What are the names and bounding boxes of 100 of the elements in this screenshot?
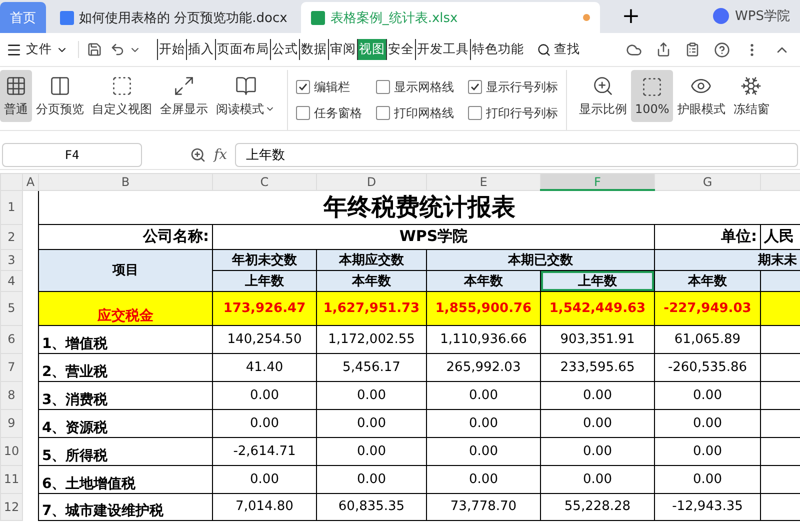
header-cell[interactable]: 本年数 <box>654 270 760 291</box>
item-cell: 2、营业税 <box>38 353 212 381</box>
ribbon-tab[interactable]: 公式 <box>270 39 299 60</box>
header-cell[interactable]: 本年数 <box>426 270 540 291</box>
column-header[interactable]: E <box>426 174 540 190</box>
undo-icon[interactable] <box>110 42 125 57</box>
value-cell: 73,778.70 <box>426 493 540 520</box>
header-cell[interactable]: 本年数 <box>316 270 426 291</box>
column-header[interactable]: A <box>22 174 38 190</box>
reading-icon <box>234 74 256 96</box>
zoom-icon[interactable] <box>190 147 206 163</box>
header-cell: 项目 <box>38 249 212 291</box>
column-header[interactable]: C <box>212 174 316 190</box>
function-button[interactable]: fx <box>214 147 228 163</box>
value-cell: -260,535.86 <box>654 353 760 381</box>
label-cell: 公司名称: <box>38 224 212 249</box>
account-button[interactable]: WPS学院 <box>703 7 800 33</box>
button-label: 自定义视图 <box>92 100 152 118</box>
ribbon-tab[interactable]: 页面布局 <box>214 39 270 60</box>
row-number[interactable]: 8 <box>0 381 22 409</box>
option-checkbox[interactable]: 打印行号列标 <box>468 104 558 122</box>
value-cell: 0.00 <box>654 465 760 493</box>
column-header[interactable]: G <box>654 174 760 190</box>
zoom-button[interactable]: 冻结窗 <box>729 70 774 122</box>
column-header[interactable]: B <box>38 174 212 190</box>
header-cell[interactable]: 上年数 <box>540 270 654 291</box>
view-button[interactable]: 阅读模式 <box>212 70 279 122</box>
help-icon[interactable] <box>714 42 730 58</box>
option-checkbox[interactable]: 任务窗格 <box>296 104 362 122</box>
header-cell[interactable]: 上年数 <box>212 270 316 291</box>
value-cell: 265,992.03 <box>426 353 540 381</box>
row-number[interactable]: 4 <box>0 270 22 291</box>
formula-field[interactable]: 上年数 <box>235 143 798 167</box>
save-icon[interactable] <box>87 42 102 57</box>
value-cell: 1,855,900.76 <box>426 291 540 325</box>
option-checkbox[interactable]: 显示网格线 <box>376 78 454 96</box>
row-number[interactable]: 12 <box>0 493 22 520</box>
row-number[interactable]: 2 <box>0 224 22 249</box>
value-cell: 55,228.28 <box>540 493 654 520</box>
column-header[interactable]: D <box>316 174 426 190</box>
zoom-button[interactable]: 护眼模式 <box>673 70 730 122</box>
view-button[interactable]: 自定义视图 <box>88 70 156 122</box>
row-number[interactable]: 1 <box>0 190 22 224</box>
value-cell: -12,943.35 <box>654 493 760 520</box>
value-cell: 1,172,002.55 <box>316 325 426 353</box>
zoom-button[interactable]: 显示比例 <box>575 70 631 122</box>
value-cell: 903,351.91 <box>540 325 654 353</box>
ribbon-tab[interactable]: 安全 <box>386 39 415 60</box>
view-button[interactable]: 分页预览 <box>32 70 88 122</box>
item-cell: 4、资源税 <box>38 409 212 437</box>
view-button[interactable]: 普通 <box>0 70 32 122</box>
check-icon <box>470 82 480 92</box>
option-checkbox[interactable]: 打印网格线 <box>376 104 454 122</box>
value-cell: 1,542,449.63 <box>540 291 654 325</box>
row-number[interactable]: 6 <box>0 325 22 353</box>
logo-icon <box>713 8 730 24</box>
file-menu[interactable]: 文件 <box>6 41 79 58</box>
value-cell: 233,595.65 <box>540 353 654 381</box>
value-cell: 7,014.80 <box>212 493 316 520</box>
share-icon[interactable] <box>656 42 671 57</box>
row-number[interactable]: 11 <box>0 465 22 493</box>
ribbon-tab[interactable]: 数据 <box>298 39 328 60</box>
new-tab-button[interactable]: + <box>604 4 658 33</box>
item-cell: 6、土地增值税 <box>38 465 212 493</box>
search-icon <box>536 42 551 56</box>
ribbon-tab[interactable]: 开始 <box>156 39 186 60</box>
zoom-button[interactable]: 100% <box>631 70 674 122</box>
row-number[interactable]: 7 <box>0 353 22 381</box>
ribbon-tab[interactable]: 插入 <box>186 39 215 60</box>
row-number[interactable]: 5 <box>0 291 22 325</box>
value-cell: 0.00 <box>316 381 426 409</box>
view-button[interactable]: 全屏显示 <box>156 70 212 122</box>
header-cell: 年初未交数 <box>212 249 316 270</box>
cloud-icon[interactable] <box>626 42 642 58</box>
value-cell: 0.00 <box>212 465 316 493</box>
freeze-icon <box>740 74 762 96</box>
row-number[interactable]: 3 <box>0 249 22 270</box>
report-title: 年终税费统计报表 <box>38 190 800 224</box>
row-number[interactable]: 10 <box>0 437 22 465</box>
option-checkbox[interactable]: 显示行号列标 <box>468 78 558 96</box>
value-cell: 0.00 <box>316 409 426 437</box>
menu-icon <box>6 42 22 58</box>
company-cell: WPS学院 <box>212 224 654 249</box>
item-cell: 1、增值税 <box>38 325 212 353</box>
row-number[interactable]: 9 <box>0 409 22 437</box>
fullscreen-icon <box>173 74 195 96</box>
search-button[interactable]: 查找 <box>536 41 580 58</box>
value-cell: 0.00 <box>540 437 654 465</box>
clipboard-icon[interactable] <box>685 42 700 57</box>
option-checkbox[interactable]: 编辑栏 <box>296 78 362 96</box>
value-cell: 0.00 <box>212 381 316 409</box>
file-icon <box>311 10 326 24</box>
ribbon-tab[interactable]: 特色功能 <box>470 39 525 60</box>
value-cell: 173,926.47 <box>212 291 316 325</box>
value-cell: 0.00 <box>540 465 654 493</box>
file-icon <box>60 10 74 24</box>
ribbon-tab[interactable]: 开发工具 <box>414 39 470 60</box>
name-box[interactable]: F4 <box>2 143 142 167</box>
value-cell: 0.00 <box>654 437 760 465</box>
value-cell: 5,456.17 <box>316 353 426 381</box>
